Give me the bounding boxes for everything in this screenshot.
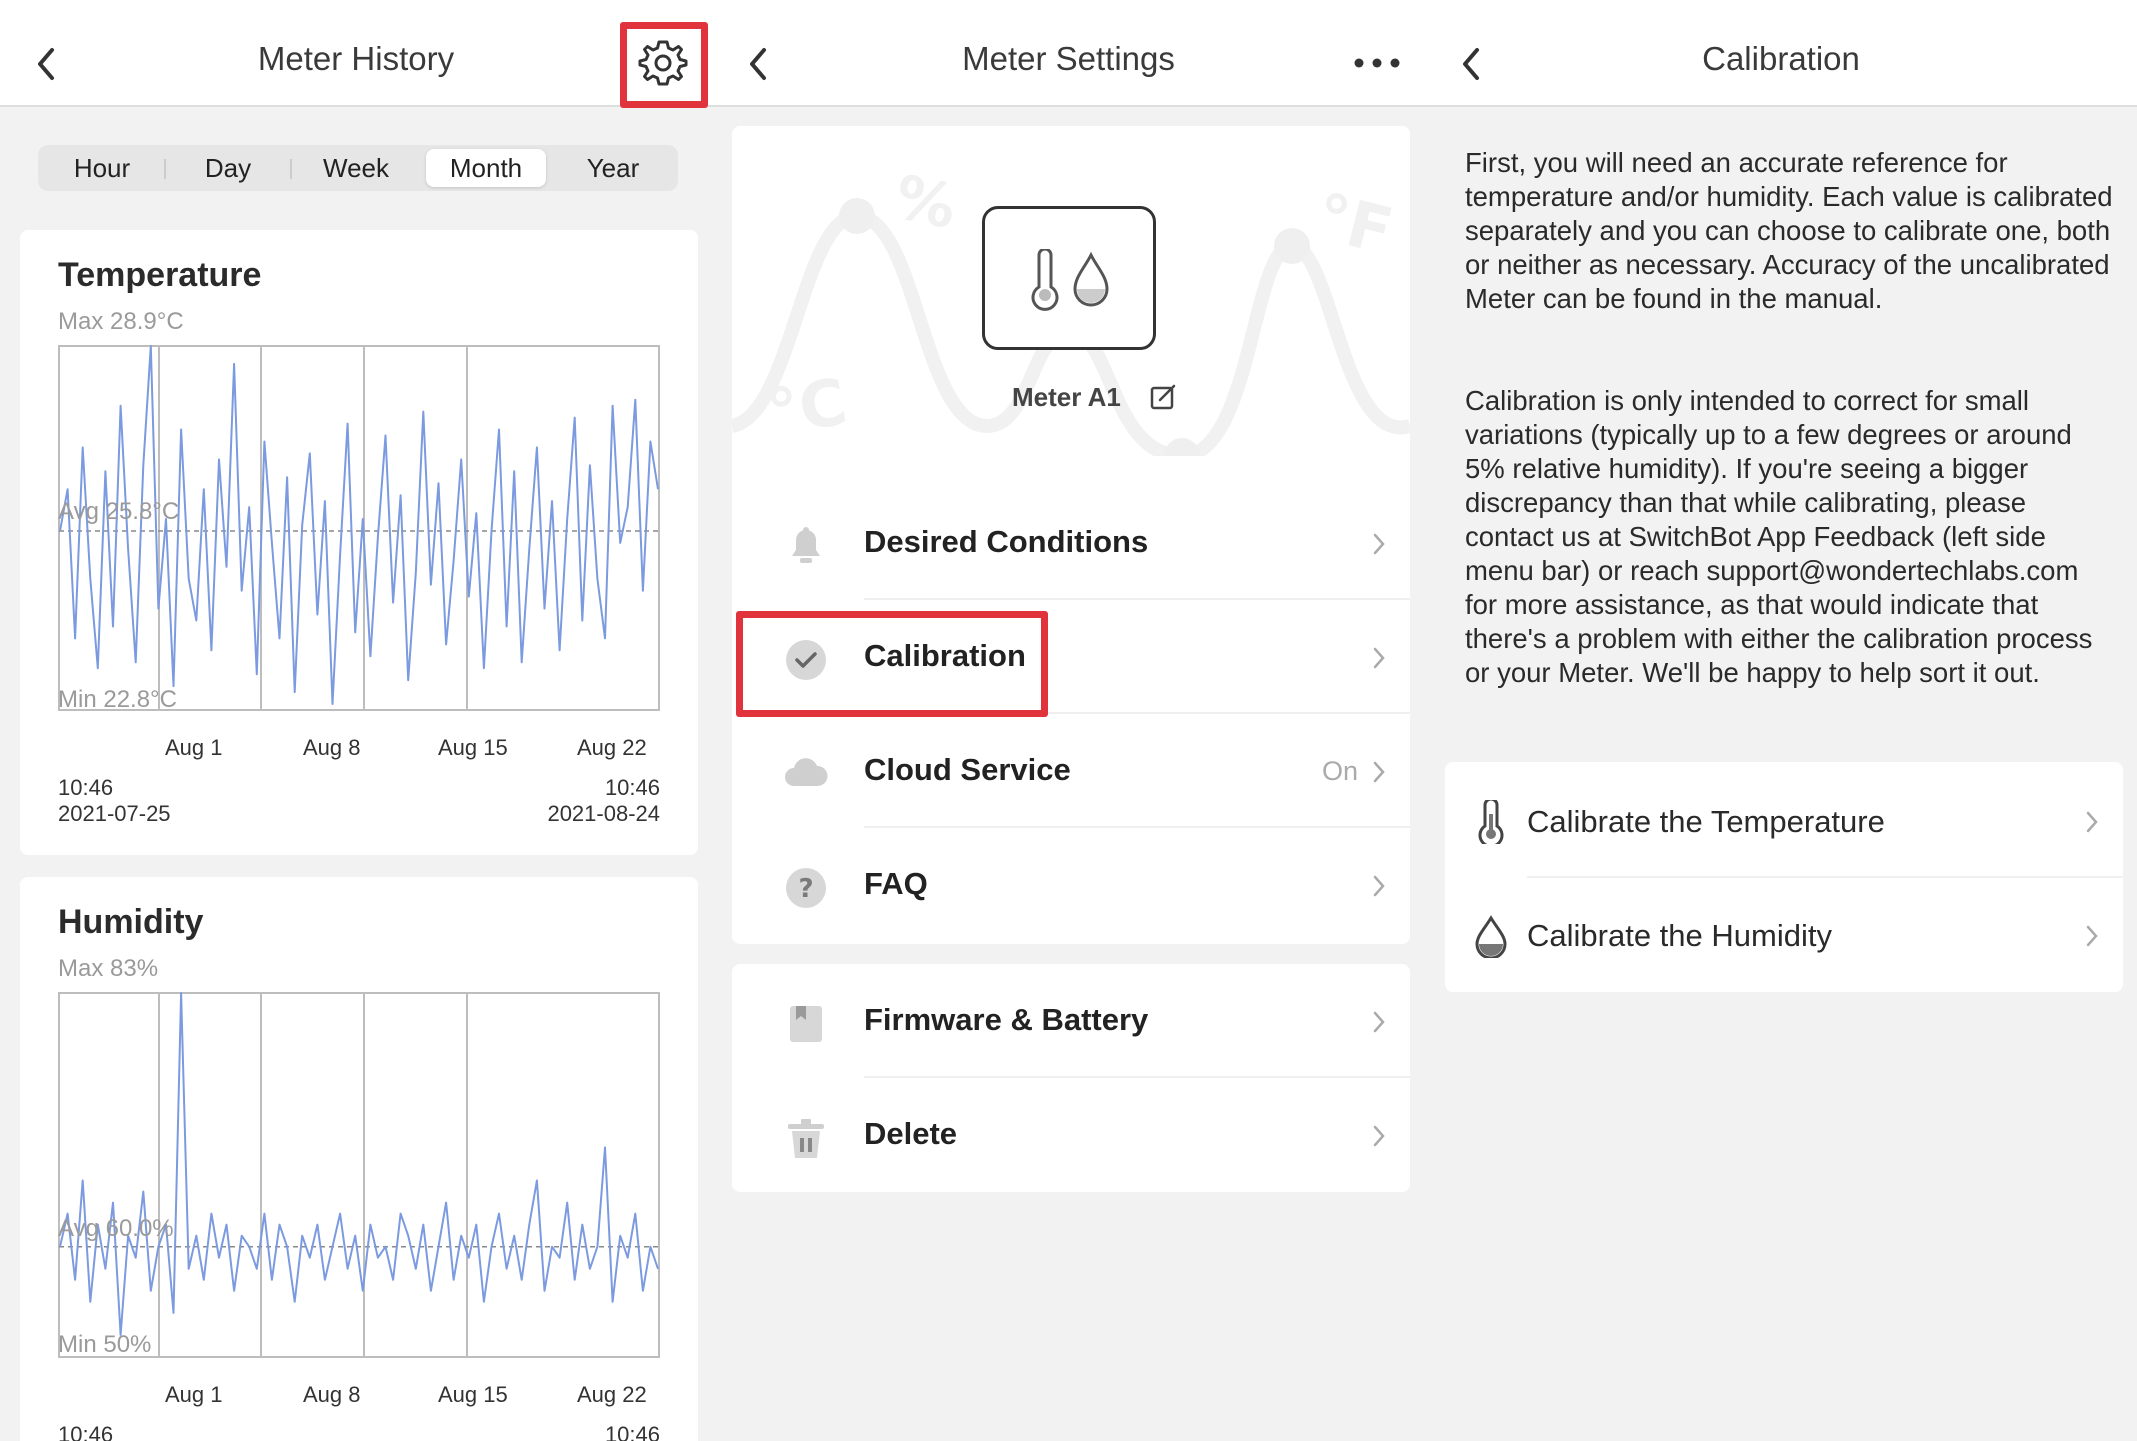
humidity-avg-label: Avg 60.0% bbox=[58, 1215, 174, 1242]
humidity-title: Humidity bbox=[58, 903, 204, 941]
calibration-screen: Calibration First, you will need an accu… bbox=[1425, 0, 2137, 1441]
chart-frame bbox=[58, 992, 660, 1358]
x-tick-label: Aug 15 bbox=[438, 735, 508, 760]
svg-text:°C: °C bbox=[762, 365, 853, 452]
humidity-min-label: Min 50% bbox=[58, 1331, 152, 1358]
meter-history-screen: Meter History Hour Day Week Month Year T… bbox=[0, 0, 712, 1441]
temperature-chart bbox=[58, 345, 660, 711]
firmware-icon bbox=[790, 1006, 822, 1042]
row-label: Calibrate the Humidity bbox=[1527, 918, 1832, 953]
humidity-card: Humidity Max 83% Avg 60.0% Min 50% Aug 1… bbox=[20, 877, 698, 1441]
history-navbar: Meter History bbox=[0, 0, 712, 107]
row-label: Desired Conditions bbox=[864, 524, 1149, 559]
row-label: Calibrate the Temperature bbox=[1527, 804, 1885, 839]
device-name: Meter A1 bbox=[1012, 382, 1121, 412]
row-label: Delete bbox=[864, 1116, 958, 1151]
page-title: Meter Settings bbox=[962, 40, 1175, 77]
bell-icon bbox=[792, 527, 820, 563]
end-date: 2021-08-24 bbox=[547, 801, 660, 826]
row-desired-conditions[interactable]: Desired Conditions bbox=[732, 486, 1410, 600]
chevron-right-icon bbox=[2086, 811, 2098, 833]
temperature-card: Temperature Max 28.9°C Avg 25.8°C Min 22… bbox=[20, 230, 698, 855]
temperature-max-label: Max 28.9°C bbox=[58, 308, 184, 335]
x-tick-label: Aug 1 bbox=[165, 735, 223, 760]
start-time: 10:46 bbox=[58, 1422, 114, 1441]
calibration-note-paragraph: Calibration is only intended to correct … bbox=[1465, 385, 2093, 688]
row-delete[interactable]: Delete bbox=[732, 1078, 1410, 1192]
thermometer-droplet-icon bbox=[1031, 249, 1109, 311]
segment-divider bbox=[290, 159, 292, 179]
tab-hour[interactable]: Hour bbox=[42, 149, 162, 187]
page-title: Calibration bbox=[1702, 40, 1860, 77]
humidity-chart bbox=[58, 992, 660, 1358]
end-time: 10:46 bbox=[604, 775, 660, 800]
calibration-highlight-box bbox=[736, 611, 1048, 717]
svg-text:?: ? bbox=[798, 874, 813, 904]
humidity-max-label: Max 83% bbox=[58, 955, 159, 982]
cloud-service-status: On bbox=[1321, 756, 1358, 786]
chevron-right-icon bbox=[1373, 647, 1385, 669]
meter-settings-screen: Meter Settings % °F °C Meter A1 Desired … bbox=[712, 0, 1425, 1441]
chevron-right-icon bbox=[1373, 761, 1385, 783]
calibrate-temperature-row[interactable]: Calibrate the Temperature bbox=[1445, 764, 2123, 878]
settings-secondary-card: Firmware & Battery Delete bbox=[732, 964, 1410, 1192]
chart-series-line bbox=[59, 992, 659, 1336]
tab-year[interactable]: Year bbox=[553, 149, 673, 187]
settings-navbar: Meter Settings bbox=[712, 0, 1425, 107]
chart-frame bbox=[58, 345, 660, 711]
tab-month[interactable]: Month bbox=[426, 149, 546, 187]
page-title: Meter History bbox=[257, 40, 455, 77]
settings-highlight-box bbox=[620, 22, 708, 108]
calibrate-humidity-row[interactable]: Calibrate the Humidity bbox=[1445, 878, 2123, 992]
segment-divider bbox=[164, 159, 166, 179]
chevron-right-icon bbox=[1373, 1011, 1385, 1033]
x-tick-label: Aug 15 bbox=[438, 1382, 508, 1407]
x-tick-label: Aug 8 bbox=[303, 735, 361, 760]
droplet-icon bbox=[1475, 915, 1507, 958]
x-tick-label: Aug 22 bbox=[577, 1382, 647, 1407]
row-label: Firmware & Battery bbox=[864, 1002, 1149, 1037]
row-label: FAQ bbox=[864, 866, 928, 901]
chevron-right-icon bbox=[1373, 533, 1385, 555]
svg-text:°F: °F bbox=[1308, 180, 1399, 270]
calibration-options-card: Calibrate the Temperature Calibrate the … bbox=[1445, 762, 2123, 992]
temperature-avg-label: Avg 25.8°C bbox=[58, 498, 180, 525]
chevron-right-icon bbox=[1373, 1125, 1385, 1147]
x-tick-label: Aug 22 bbox=[577, 735, 647, 760]
settings-main-card: % °F °C Meter A1 Desired Conditions Cali… bbox=[732, 126, 1410, 944]
row-label: Cloud Service bbox=[864, 752, 1071, 787]
x-tick-label: Aug 8 bbox=[303, 1382, 361, 1407]
start-time: 10:46 bbox=[58, 775, 114, 800]
chevron-right-icon bbox=[1373, 875, 1385, 897]
thermometer-icon bbox=[1478, 800, 1504, 844]
start-date: 2021-07-25 bbox=[58, 801, 171, 826]
cloud-icon bbox=[785, 758, 828, 786]
calibration-intro-paragraph: First, you will need an accurate referen… bbox=[1465, 147, 2113, 314]
row-cloud-service[interactable]: Cloud Service On bbox=[732, 714, 1410, 828]
time-range-segmented-control: Hour Day Week Month Year bbox=[38, 145, 678, 191]
calibration-navbar: Calibration bbox=[1425, 0, 2137, 107]
end-time: 10:46 bbox=[604, 1422, 660, 1441]
x-tick-label: Aug 1 bbox=[165, 1382, 223, 1407]
chevron-right-icon bbox=[2086, 925, 2098, 947]
row-firmware-battery[interactable]: Firmware & Battery bbox=[732, 964, 1410, 1078]
more-icon[interactable] bbox=[1352, 56, 1402, 70]
row-faq[interactable]: ? FAQ bbox=[732, 828, 1410, 942]
temperature-title: Temperature bbox=[58, 256, 262, 294]
temperature-min-label: Min 22.8°C bbox=[58, 686, 177, 713]
device-icon-box bbox=[982, 206, 1156, 350]
edit-icon[interactable] bbox=[1150, 382, 1178, 410]
svg-text:%: % bbox=[889, 162, 962, 243]
tab-day[interactable]: Day bbox=[168, 149, 288, 187]
tab-week[interactable]: Week bbox=[296, 149, 416, 187]
trash-icon bbox=[788, 1119, 824, 1158]
question-icon: ? bbox=[786, 868, 826, 908]
